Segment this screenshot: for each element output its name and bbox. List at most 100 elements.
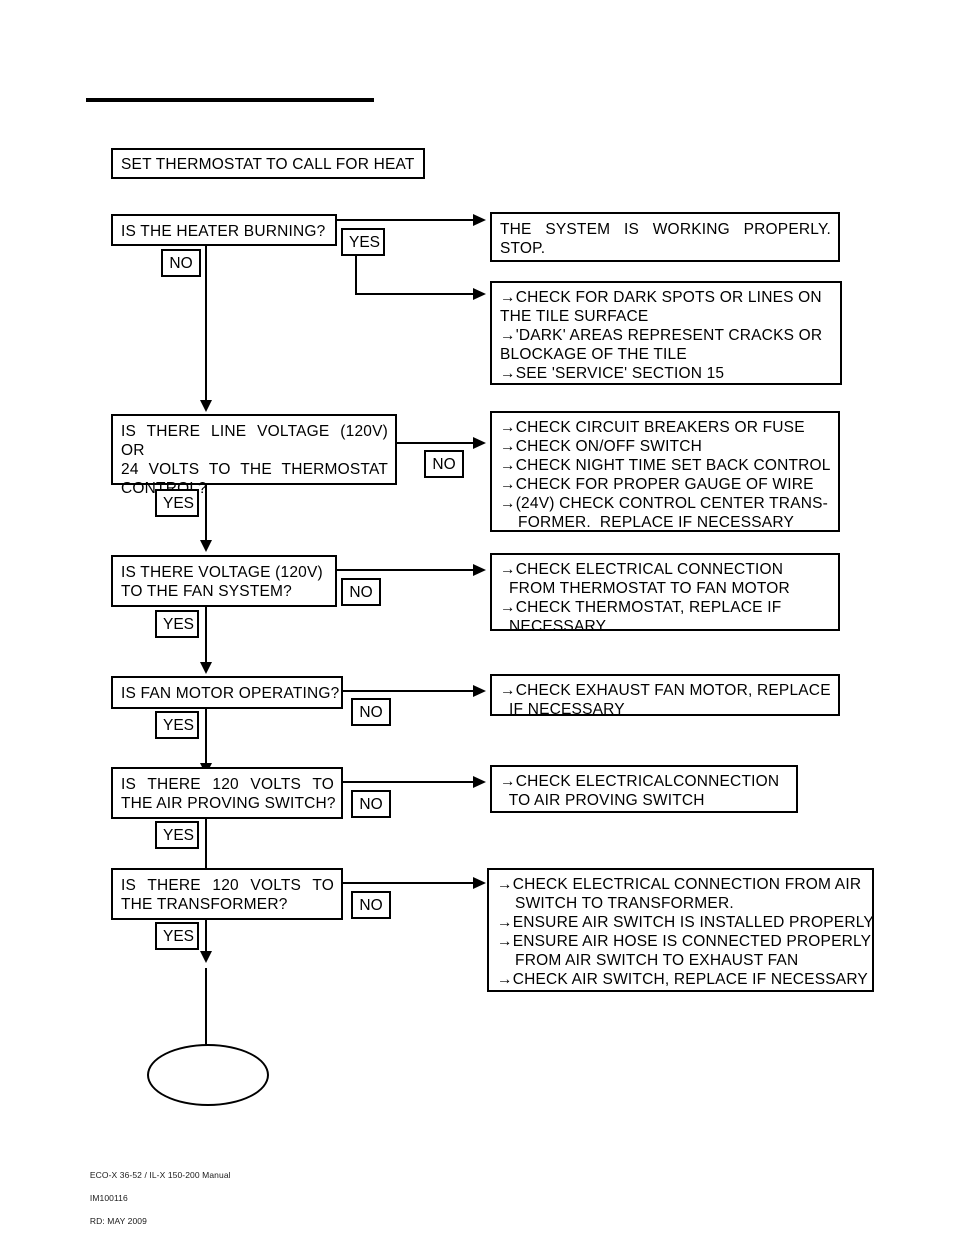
footer-line-1: ECO-X 36-52 / IL-X 150-200 Manual <box>89 1169 231 1180</box>
edge-q1-yes-bottom <box>355 293 473 295</box>
edge-label-no-q5-text: NO <box>359 796 383 813</box>
edge-label-yes-q1-text: YES <box>349 234 381 251</box>
edge-label-no-q1-text: NO <box>169 255 193 272</box>
result-air-switch-transformer-line-4: →ENSURE AIR HOSE IS CONNECTED PROPERLY <box>497 933 872 950</box>
result-air-proving-connection-line-1: →CHECK ELECTRICALCONNECTION <box>500 773 780 790</box>
arrowhead-q1-yes-bottom <box>473 288 486 300</box>
result-circuit-breakers-line-6: FORMER. REPLACE IF NECESSARY <box>500 514 794 531</box>
edge-label-no-q2: NO <box>424 450 464 478</box>
result-air-switch-transformer-line-5: FROM AIR SWITCH TO EXHAUST FAN <box>497 952 799 969</box>
result-circuit-breakers-line-1: →CHECK CIRCUIT BREAKERS OR FUSE <box>500 419 805 436</box>
edge-label-yes-q1: YES <box>341 228 385 256</box>
edge-q1-yes-drop <box>355 255 357 295</box>
edge-label-yes-q2: YES <box>155 489 199 517</box>
edge-q1-yes-top <box>337 219 473 221</box>
footer-block: ECO-X 36-52 / IL-X 150-200 Manual IM1001… <box>80 1158 231 1235</box>
edge-label-no-q5: NO <box>351 790 391 818</box>
result-air-switch-transformer-line-2: SWITCH TO TRANSFORMER. <box>497 895 734 912</box>
result-exhaust-fan-motor-line-1: →CHECK EXHAUST FAN MOTOR, REPLACE <box>500 682 831 699</box>
result-system-working-line-2: STOP. <box>500 240 546 257</box>
question-air-proving-switch-line-1: IS THERE 120 VOLTS TO <box>121 776 334 793</box>
edge-label-no-q4-text: NO <box>359 704 383 721</box>
question-box-transformer-voltage: IS THERE 120 VOLTS TO THE TRANSFORMER? <box>111 868 343 920</box>
arrowhead-q6-no <box>473 877 486 889</box>
result-box-air-switch-transformer: →CHECK ELECTRICAL CONNECTION FROM AIR SW… <box>487 868 874 992</box>
edge-label-no-q4: NO <box>351 698 391 726</box>
edge-label-yes-q5-text: YES <box>163 827 195 844</box>
edge-q6-yes <box>205 920 207 953</box>
flowchart-page: SET THERMOSTAT TO CALL FOR HEAT IS THE H… <box>0 0 954 1235</box>
result-thermostat-connection-line-4: NECESSARY <box>500 618 607 635</box>
edge-label-no-q6: NO <box>351 891 391 919</box>
result-circuit-breakers-line-2: →CHECK ON/OFF SWITCH <box>500 438 703 455</box>
edge-label-yes-q6-text: YES <box>163 928 195 945</box>
question-box-fan-system-voltage: IS THERE VOLTAGE (120V) TO THE FAN SYSTE… <box>111 555 337 607</box>
question-box-air-proving-switch: IS THERE 120 VOLTS TO THE AIR PROVING SW… <box>111 767 343 819</box>
edge-label-yes-q2-text: YES <box>163 495 195 512</box>
question-box-fan-motor-operating: IS FAN MOTOR OPERATING? <box>111 676 343 709</box>
result-box-dark-spots: →CHECK FOR DARK SPOTS OR LINES ON THE TI… <box>490 281 842 385</box>
result-dark-spots-line-3: →'DARK' AREAS REPRESENT CRACKS OR <box>500 327 823 344</box>
result-air-switch-transformer-line-1: →CHECK ELECTRICAL CONNECTION FROM AIR <box>497 876 862 893</box>
result-circuit-breakers-line-5: →(24V) CHECK CONTROL CENTER TRANS- <box>500 495 829 512</box>
result-box-air-proving-connection: →CHECK ELECTRICALCONNECTION TO AIR PROVI… <box>490 765 798 813</box>
result-dark-spots-line-5: →SEE 'SERVICE' SECTION 15 <box>500 365 725 382</box>
result-air-proving-connection-line-2: TO AIR PROVING SWITCH <box>500 792 705 809</box>
edge-q1-no <box>205 246 207 402</box>
result-circuit-breakers-line-3: →CHECK NIGHT TIME SET BACK CONTROL <box>500 457 831 474</box>
question-fan-motor-operating-line-1: IS FAN MOTOR OPERATING? <box>121 685 340 702</box>
question-fan-system-voltage-line-1: IS THERE VOLTAGE (120V) <box>121 564 323 581</box>
start-box-line-1: SET THERMOSTAT TO CALL FOR HEAT <box>121 156 415 173</box>
arrowhead-q2-yes <box>200 540 212 552</box>
offpage-connector <box>147 1044 269 1106</box>
edge-label-yes-q4-text: YES <box>163 717 195 734</box>
question-line-voltage-line-2: 24 VOLTS TO THE THERMOSTAT <box>121 461 388 478</box>
result-dark-spots-line-4: BLOCKAGE OF THE TILE <box>500 346 687 363</box>
edge-q2-no <box>397 442 473 444</box>
result-air-switch-transformer-line-3: →ENSURE AIR SWITCH IS INSTALLED PROPERLY <box>497 914 874 931</box>
footer-line-3: RD: MAY 2009 <box>89 1215 147 1226</box>
edge-label-yes-q4: YES <box>155 711 199 739</box>
result-box-circuit-breakers: →CHECK CIRCUIT BREAKERS OR FUSE →CHECK O… <box>490 411 840 532</box>
edge-label-no-q3-text: NO <box>349 584 373 601</box>
result-system-working-line-1: THE SYSTEM IS WORKING PROPERLY. <box>500 221 831 238</box>
edge-q4-yes <box>205 709 207 765</box>
edge-label-no-q2-text: NO <box>432 456 456 473</box>
arrowhead-q2-no <box>473 437 486 449</box>
result-box-exhaust-fan-motor: →CHECK EXHAUST FAN MOTOR, REPLACE IF NEC… <box>490 674 840 718</box>
arrowhead-q3-yes <box>200 662 212 674</box>
edge-label-yes-q6: YES <box>155 922 199 950</box>
result-dark-spots-line-2: THE TILE SURFACE <box>500 308 649 325</box>
edge-q3-yes <box>205 607 207 664</box>
edge-label-no-q3: NO <box>341 578 381 606</box>
result-circuit-breakers-line-4: →CHECK FOR PROPER GAUGE OF WIRE <box>500 476 814 493</box>
result-dark-spots-line-1: →CHECK FOR DARK SPOTS OR LINES ON <box>500 289 822 306</box>
edge-label-yes-q5: YES <box>155 821 199 849</box>
edge-label-yes-q3: YES <box>155 610 199 638</box>
arrowhead-q5-no <box>473 776 486 788</box>
edge-q3-no <box>337 569 473 571</box>
result-thermostat-connection-line-3: →CHECK THERMOSTAT, REPLACE IF <box>500 599 782 616</box>
arrowhead-q1-yes-top <box>473 214 486 226</box>
result-thermostat-connection-line-1: →CHECK ELECTRICAL CONNECTION <box>500 561 784 578</box>
result-air-switch-transformer-line-6: →CHECK AIR SWITCH, REPLACE IF NECESSARY <box>497 971 868 988</box>
arrowhead-q3-no <box>473 564 486 576</box>
edge-q5-no <box>343 781 473 783</box>
question-box-line-voltage: IS THERE LINE VOLTAGE (120V) OR 24 VOLTS… <box>111 414 397 497</box>
header-rule <box>86 98 374 102</box>
edge-q5-yes <box>205 819 207 875</box>
question-line-voltage-line-1: IS THERE LINE VOLTAGE (120V) OR <box>121 423 388 459</box>
start-box: SET THERMOSTAT TO CALL FOR HEAT <box>111 148 425 179</box>
result-box-system-working: THE SYSTEM IS WORKING PROPERLY. STOP. <box>490 212 840 262</box>
edge-label-no-q1: NO <box>161 249 201 277</box>
result-box-thermostat-connection: →CHECK ELECTRICAL CONNECTION FROM THERMO… <box>490 553 840 635</box>
edge-q2-yes <box>205 485 207 542</box>
edge-q6-no <box>343 882 473 884</box>
question-box-heater-burning: IS THE HEATER BURNING? <box>111 214 337 246</box>
edge-q4-no <box>343 690 473 692</box>
footer-line-2: IM100116 <box>89 1192 128 1203</box>
question-transformer-voltage-line-2: THE TRANSFORMER? <box>121 896 288 913</box>
edge-label-yes-q3-text: YES <box>163 616 195 633</box>
question-heater-burning-line-1: IS THE HEATER BURNING? <box>121 223 326 240</box>
edge-to-connector <box>205 968 207 1046</box>
